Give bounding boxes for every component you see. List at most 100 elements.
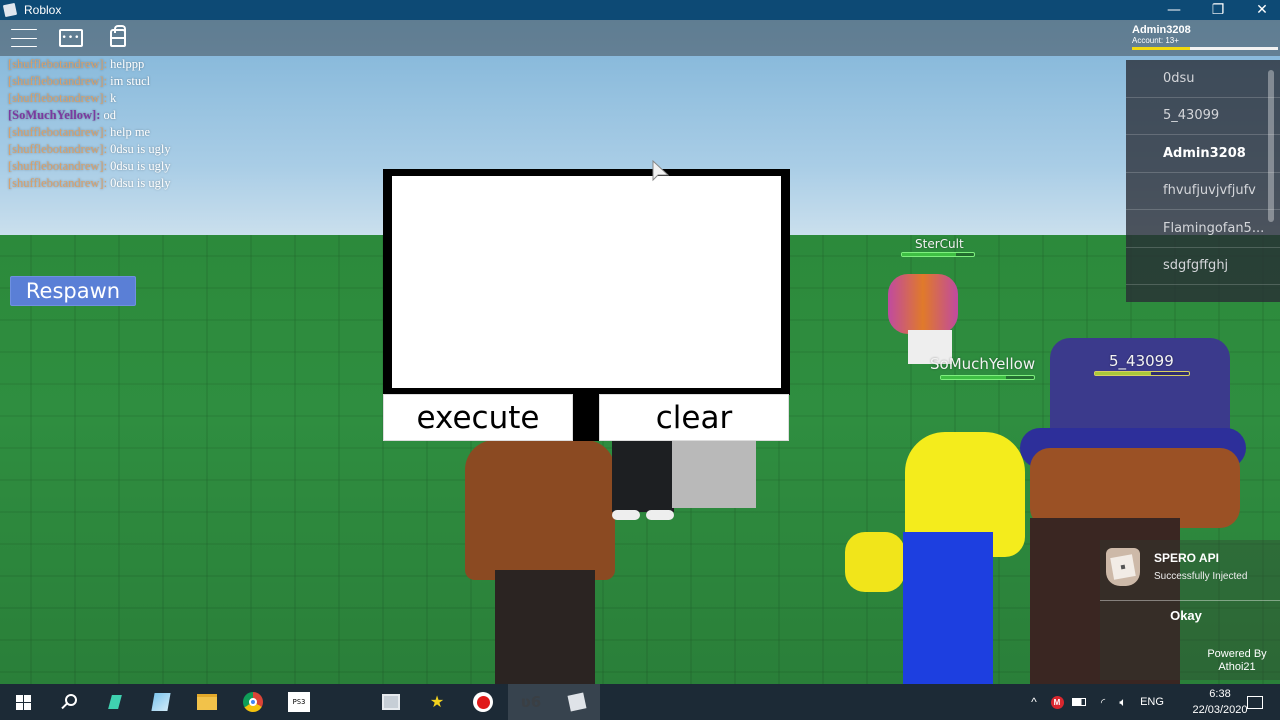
taskbar-blank-app[interactable] — [322, 684, 368, 720]
chat-text: im stucl — [110, 74, 151, 88]
tray-mega[interactable]: M — [1048, 684, 1066, 720]
app-root: Roblox — ❐ ✕ SterCult SoMuchYellow 5_430… — [0, 0, 1280, 720]
execute-button[interactable]: execute — [383, 394, 573, 441]
show-hidden-icons-button[interactable]: ^ — [1024, 684, 1044, 720]
taskbar-recorder[interactable] — [460, 684, 506, 720]
taskbar-filmora[interactable] — [92, 684, 138, 720]
close-button[interactable]: ✕ — [1242, 0, 1280, 20]
roblox-shield-icon — [1106, 548, 1140, 586]
taskbar-chrome[interactable] — [230, 684, 276, 720]
chat-username[interactable]: [shufflebotandrew]: — [8, 125, 107, 139]
taskbar-clock[interactable]: 6:38 22/03/2020 — [1190, 686, 1250, 718]
healthbar-fill — [902, 253, 956, 256]
chat-message: [SoMuchYellow]: od — [8, 107, 171, 124]
taskbar-notepad[interactable] — [138, 684, 184, 720]
windows-logo-icon — [15, 694, 31, 710]
chat-text: 0dsu is ugly — [110, 159, 171, 173]
chat-text: helppp — [110, 57, 145, 71]
clock-time: 6:38 — [1209, 688, 1231, 700]
spero-notification: SPERO API Successfully Injected Okay Pow… — [1100, 540, 1280, 680]
notification-subtitle: Successfully Injected — [1154, 571, 1248, 582]
player-list-item[interactable]: Admin3208 — [1126, 135, 1280, 173]
menu-icon[interactable] — [9, 25, 39, 51]
chat-toggle-button[interactable]: ••• — [56, 25, 86, 51]
chat-message: [shufflebotandrew]: 0dsu is ugly — [8, 141, 171, 158]
chat-message: [shufflebotandrew]: k — [8, 90, 171, 107]
npc-character-back — [612, 440, 674, 520]
chat-username[interactable]: [shufflebotandrew]: — [8, 176, 107, 190]
okay-button[interactable]: Okay — [1156, 608, 1216, 623]
start-button[interactable] — [0, 684, 46, 720]
player-character-front — [455, 440, 620, 684]
minimize-button[interactable]: — — [1154, 0, 1194, 20]
battery-icon — [1072, 698, 1086, 706]
healthbar-stercult — [901, 252, 975, 257]
player-list-item[interactable]: sdgfgffghj — [1126, 248, 1280, 285]
chevron-up-icon: ^ — [1031, 695, 1037, 709]
healthbar-fill — [941, 376, 1007, 379]
task-manager-icon — [382, 694, 400, 710]
notepad-icon — [151, 693, 171, 711]
player-list-scrollbar[interactable] — [1268, 70, 1274, 222]
backpack-icon — [110, 25, 126, 47]
chat-username[interactable]: [SoMuchYellow]: — [8, 108, 100, 122]
restore-button[interactable]: ❐ — [1198, 0, 1238, 20]
nameplate-stercult: SterCult — [915, 237, 964, 251]
volume-icon: 🔈︎ — [1119, 694, 1127, 709]
taskbar-vegas[interactable]: ʋ6 — [508, 684, 554, 720]
nameplate-5_43099: 5_43099 — [1109, 352, 1174, 370]
chat-icon: ••• — [59, 29, 83, 47]
player-list-item[interactable]: 5_43099 — [1126, 98, 1280, 135]
window-title: Roblox — [24, 3, 62, 17]
chat-username[interactable]: [shufflebotandrew]: — [8, 57, 107, 71]
chat-message: [shufflebotandrew]: help me — [8, 124, 171, 141]
account-username: Admin3208 — [1132, 24, 1191, 36]
window-titlebar: Roblox — ❐ ✕ — [0, 0, 1280, 20]
notification-divider — [1100, 600, 1280, 601]
search-button[interactable] — [46, 684, 92, 720]
account-progress-fill — [1132, 47, 1191, 50]
windows-taskbar: PS3 ★ ʋ6 ^ M ◜ 🔈︎ ENG — [0, 684, 1280, 720]
search-icon — [65, 694, 77, 706]
taskbar-ps3[interactable]: PS3 — [276, 684, 322, 720]
executor-divider — [572, 393, 600, 441]
tray-battery[interactable] — [1070, 684, 1088, 720]
folder-icon — [197, 694, 217, 710]
taskbar-file-explorer[interactable] — [184, 684, 230, 720]
notification-title: SPERO API — [1154, 551, 1219, 565]
chat-username[interactable]: [shufflebotandrew]: — [8, 74, 107, 88]
healthbar-fill — [1095, 372, 1152, 375]
player-list-item[interactable]: 0dsu — [1126, 60, 1280, 98]
chat-username[interactable]: [shufflebotandrew]: — [8, 91, 107, 105]
chat-message: [shufflebotandrew]: 0dsu is ugly — [8, 175, 171, 192]
chat-text: k — [110, 91, 117, 105]
taskbar-roblox[interactable] — [554, 684, 600, 720]
roblox-icon — [567, 692, 587, 712]
taskbar-task-manager[interactable] — [368, 684, 414, 720]
taskbar-star-app[interactable]: ★ — [414, 684, 460, 720]
respawn-button[interactable]: Respawn — [10, 276, 136, 306]
script-editor-input[interactable] — [392, 176, 781, 388]
chat-username[interactable]: [shufflebotandrew]: — [8, 159, 107, 173]
healthbar-5_43099 — [1094, 371, 1190, 376]
player-list-item[interactable]: Flamingofan5... — [1126, 210, 1280, 248]
chat-message: [shufflebotandrew]: 0dsu is ugly — [8, 158, 171, 175]
star-icon: ★ — [429, 692, 445, 711]
player-list-item[interactable]: fhvufjuvjvfjufv — [1126, 173, 1280, 210]
chat-message: [shufflebotandrew]: im stucl — [8, 73, 171, 90]
chat-log: [shufflebotandrew]: helppp [shufflebotand… — [8, 56, 171, 192]
account-progress-bar — [1132, 47, 1278, 50]
grey-character — [672, 440, 756, 508]
filmora-icon — [108, 695, 122, 709]
account-age: Account: 13+ — [1132, 36, 1179, 45]
wifi-icon: ◜ — [1100, 696, 1106, 709]
chat-username[interactable]: [shufflebotandrew]: — [8, 142, 107, 156]
powered-by-label: Powered By Athoi21 — [1192, 648, 1280, 674]
clear-button[interactable]: clear — [599, 394, 789, 441]
chat-text: 0dsu is ugly — [110, 176, 171, 190]
backpack-button[interactable] — [103, 25, 133, 51]
tray-language[interactable]: ENG — [1138, 684, 1166, 720]
tray-volume[interactable]: 🔈︎ — [1114, 684, 1132, 720]
tray-wifi[interactable]: ◜ — [1094, 684, 1112, 720]
player-list: 0dsu 5_43099 Admin3208 fhvufjuvjvfjufv Flami… — [1126, 60, 1280, 302]
